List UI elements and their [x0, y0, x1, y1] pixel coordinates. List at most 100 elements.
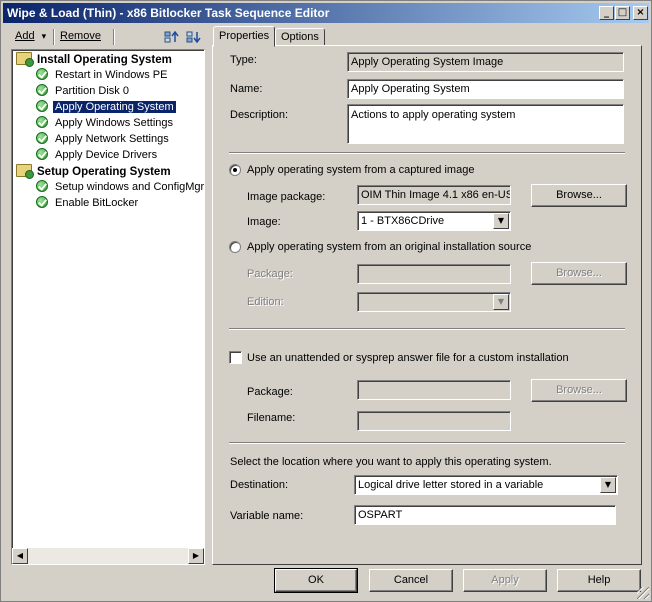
- tree-item-partition-disk-0[interactable]: Partition Disk 0: [36, 84, 131, 99]
- move-down-icon: [186, 31, 201, 44]
- tree-group-setup-os[interactable]: Setup Operating System: [16, 164, 173, 179]
- description-label: Description:: [230, 109, 289, 121]
- tree-item-enable-bitlocker[interactable]: Enable BitLocker: [36, 196, 140, 211]
- captured-image-radio-label[interactable]: Apply operating system from a captured i…: [247, 164, 474, 176]
- unattend-checkbox[interactable]: [229, 351, 242, 364]
- chevron-down-icon: ▾: [41, 32, 47, 42]
- type-field: Apply Operating System Image: [347, 52, 624, 72]
- name-input[interactable]: Apply Operating System: [347, 79, 624, 99]
- image-select[interactable]: 1 - BTX86CDrive ▼: [357, 211, 511, 231]
- section-divider: [229, 152, 625, 154]
- original-source-radio[interactable]: [229, 241, 241, 253]
- image-package-field: OIM Thin Image 4.1 x86 en-US: [357, 185, 511, 205]
- task-sequence-editor-window: Wipe & Load (Thin) - x86 Bitlocker Task …: [0, 0, 652, 602]
- toolbar-separator: [53, 29, 55, 45]
- tree-item-apply-device-drivers[interactable]: Apply Device Drivers: [36, 148, 159, 163]
- name-label: Name:: [230, 83, 263, 95]
- unattend-package-field: [357, 380, 511, 400]
- check-icon: [36, 84, 48, 96]
- add-button[interactable]: Add ▾: [15, 29, 46, 45]
- tab-label: Options: [281, 31, 319, 43]
- tree-item-setup-windows-configmgr[interactable]: Setup windows and ConfigMgr: [36, 180, 206, 195]
- folder-icon: [16, 52, 34, 67]
- maximize-button[interactable]: □: [615, 6, 630, 20]
- tree-group-install-os[interactable]: Install Operating System: [16, 52, 174, 67]
- dropdown-arrow-icon[interactable]: ▼: [493, 213, 509, 229]
- edition-select[interactable]: ▼: [357, 292, 511, 312]
- properties-panel: Type: Apply Operating System Image Name:…: [212, 45, 642, 565]
- add-button-label: Add: [15, 30, 35, 42]
- image-package-browse-button[interactable]: Browse...: [531, 184, 627, 207]
- toolbar-separator: [113, 29, 115, 45]
- check-icon: [36, 148, 48, 160]
- minimize-icon: _: [604, 7, 609, 18]
- original-source-radio-label[interactable]: Apply operating system from an original …: [247, 241, 531, 253]
- title-bar[interactable]: Wipe & Load (Thin) - x86 Bitlocker Task …: [3, 3, 649, 23]
- tab-options[interactable]: Options: [275, 28, 325, 46]
- help-button[interactable]: Help: [557, 569, 641, 592]
- check-icon: [36, 180, 48, 192]
- type-label: Type:: [230, 54, 257, 66]
- move-down-button[interactable]: [185, 29, 203, 45]
- tree-item-label: Apply Device Drivers: [55, 149, 158, 161]
- location-instruction: Select the location where you want to ap…: [230, 456, 552, 468]
- check-icon: [36, 116, 48, 128]
- maximize-icon: □: [617, 7, 628, 18]
- tree-item-label: Apply Windows Settings: [55, 117, 173, 129]
- cancel-button[interactable]: Cancel: [369, 569, 453, 592]
- task-sequence-tree[interactable]: Install Operating System Restart in Wind…: [11, 49, 205, 565]
- image-package-label: Image package:: [247, 191, 326, 203]
- tree-item-label: Restart in Windows PE: [55, 69, 168, 81]
- tree-group-label: Setup Operating System: [37, 166, 171, 178]
- check-icon: [36, 196, 48, 208]
- tree-horizontal-scrollbar[interactable]: ◀ ▶: [12, 548, 204, 564]
- check-icon: [36, 100, 48, 112]
- image-label: Image:: [247, 216, 281, 228]
- check-icon: [36, 132, 48, 144]
- apply-button[interactable]: Apply: [463, 569, 547, 592]
- edition-label: Edition:: [247, 296, 284, 308]
- folder-icon: [16, 164, 34, 179]
- captured-image-radio[interactable]: [229, 164, 241, 176]
- browse-label: Browse...: [556, 384, 602, 396]
- check-icon: [36, 68, 48, 80]
- section-divider: [229, 328, 625, 330]
- arrow-right-icon: ▶: [192, 551, 200, 560]
- unattend-checkbox-label[interactable]: Use an unattended or sysprep answer file…: [247, 352, 569, 364]
- tree-toolbar: Add ▾ Remove: [5, 26, 209, 48]
- tree-group-label: Install Operating System: [37, 54, 172, 66]
- scroll-right-button[interactable]: ▶: [188, 548, 204, 564]
- remove-button-label: Remove: [60, 30, 101, 42]
- destination-select-value: Logical drive letter stored in a variabl…: [358, 479, 544, 491]
- tree-item-label: Enable BitLocker: [55, 197, 139, 209]
- move-up-button[interactable]: [163, 29, 181, 45]
- unattend-browse-button[interactable]: Browse...: [531, 379, 627, 402]
- ok-button[interactable]: OK: [274, 568, 358, 593]
- description-input[interactable]: Actions to apply operating system: [347, 104, 624, 144]
- scroll-left-button[interactable]: ◀: [12, 548, 28, 564]
- tree-item-label: Setup windows and ConfigMgr: [55, 181, 205, 193]
- section-divider: [229, 442, 625, 444]
- tree-item-apply-windows-settings[interactable]: Apply Windows Settings: [36, 116, 175, 131]
- destination-select[interactable]: Logical drive letter stored in a variabl…: [354, 475, 618, 495]
- resize-grip[interactable]: [637, 587, 649, 599]
- dropdown-arrow-icon[interactable]: ▼: [493, 294, 509, 310]
- tree-item-label: Apply Network Settings: [55, 133, 169, 145]
- variable-name-input[interactable]: OSPART: [354, 505, 616, 525]
- cancel-label: Cancel: [393, 574, 429, 586]
- tab-properties[interactable]: Properties: [213, 26, 276, 47]
- tree-item-apply-network-settings[interactable]: Apply Network Settings: [36, 132, 171, 147]
- move-up-icon: [164, 30, 179, 43]
- package-browse-button[interactable]: Browse...: [531, 262, 627, 285]
- dropdown-arrow-icon[interactable]: ▼: [600, 477, 616, 493]
- image-select-value: 1 - BTX86CDrive: [361, 215, 445, 227]
- package-field: [357, 264, 511, 284]
- close-button[interactable]: ×: [633, 6, 648, 20]
- remove-button[interactable]: Remove: [60, 29, 101, 45]
- ok-label: OK: [308, 574, 324, 586]
- tree-item-restart-in-windows-pe[interactable]: Restart in Windows PE: [36, 68, 169, 83]
- minimize-button[interactable]: _: [599, 6, 614, 20]
- tree-item-label: Partition Disk 0: [55, 85, 129, 97]
- window-title: Wipe & Load (Thin) - x86 Bitlocker Task …: [7, 6, 330, 20]
- tree-item-apply-operating-system[interactable]: Apply Operating System: [36, 100, 177, 115]
